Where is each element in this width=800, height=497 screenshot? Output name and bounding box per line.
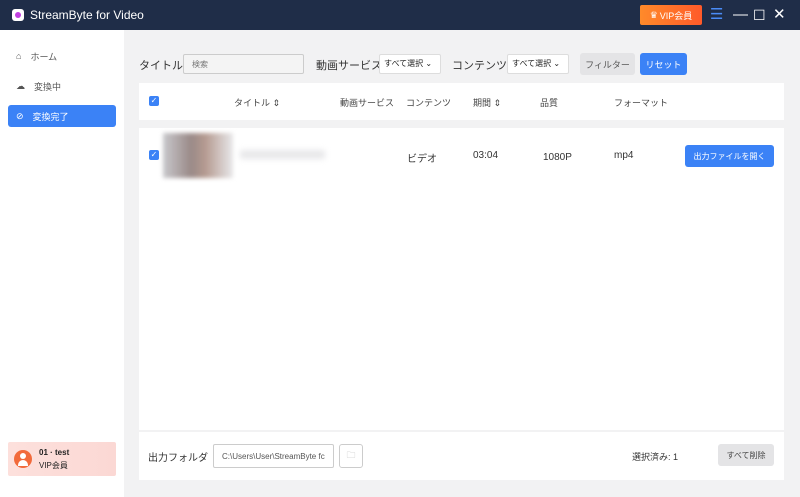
folder-icon[interactable]: 🗀 xyxy=(339,444,363,468)
chevron-down-icon: ⌄ xyxy=(425,59,433,68)
sidebar-item-label: 変換完了 xyxy=(32,111,69,122)
delete-all-button[interactable]: すべて削除 xyxy=(718,444,774,466)
home-icon: ⌂ xyxy=(16,51,22,61)
sidebar-item-completed[interactable]: ⊘ 変換完了 xyxy=(8,105,116,127)
column-duration[interactable]: 期間 ⇕ xyxy=(473,96,501,109)
app-title: StreamByte for Video xyxy=(30,8,144,22)
menu-icon[interactable]: ☰ xyxy=(710,6,723,24)
vip-label: VIP会員 xyxy=(659,10,693,21)
content-select-value: すべて選択 xyxy=(512,59,552,68)
row-checkbox[interactable]: ✓ xyxy=(149,150,159,160)
column-quality: 品質 xyxy=(540,98,559,108)
sidebar-item-home[interactable]: ⌂ ホーム xyxy=(8,45,116,67)
service-filter-label: 動画サービス xyxy=(316,60,382,72)
filter-button[interactable]: フィルター xyxy=(580,53,635,75)
reset-button[interactable]: リセット xyxy=(640,53,687,75)
user-card[interactable]: 01 · test VIP会員 xyxy=(8,442,116,476)
sort-icon: ⇕ xyxy=(272,98,281,108)
app-logo-icon xyxy=(12,9,24,21)
service-select[interactable]: すべて選択 ⌄ xyxy=(379,54,441,74)
row-format: mp4 xyxy=(614,150,634,161)
column-format: フォーマット xyxy=(614,98,669,108)
video-thumbnail xyxy=(163,133,233,178)
content-filter-label: コンテンツ xyxy=(452,60,507,72)
cloud-download-icon: ☁ xyxy=(16,80,25,91)
title-filter-label: タイトル xyxy=(139,60,183,72)
content-select[interactable]: すべて選択 ⌄ xyxy=(507,54,569,74)
avatar xyxy=(14,450,32,468)
open-output-file-button[interactable]: 出力ファイルを開く xyxy=(685,145,774,167)
select-all-checkbox[interactable]: ✓ xyxy=(149,96,159,106)
check-circle-icon: ⊘ xyxy=(16,110,24,121)
selected-count: 選択済み: 1 xyxy=(632,452,679,462)
minimize-icon[interactable]: — xyxy=(733,6,748,24)
column-content: コンテンツ xyxy=(406,98,452,108)
video-title-blurred xyxy=(240,150,325,159)
chevron-down-icon: ⌄ xyxy=(553,59,561,68)
column-title[interactable]: タイトル ⇕ xyxy=(234,96,280,109)
row-content: ビデオ xyxy=(407,154,437,165)
sidebar-item-label: 変換中 xyxy=(34,81,62,92)
title-bar: StreamByte for Video ♛ VIP会員 ☰ — ☐ ✕ xyxy=(0,0,800,30)
row-quality: 1080P xyxy=(543,152,572,163)
user-plan: VIP会員 xyxy=(39,460,68,470)
sidebar-item-label: ホーム xyxy=(30,51,58,62)
user-name: 01 · test xyxy=(39,447,70,457)
output-path-field[interactable] xyxy=(213,444,334,468)
service-select-value: すべて選択 xyxy=(384,59,424,68)
table-body xyxy=(139,128,784,430)
search-input[interactable] xyxy=(183,54,304,74)
sort-icon: ⇕ xyxy=(493,98,502,108)
close-icon[interactable]: ✕ xyxy=(773,6,786,24)
sidebar-item-converting[interactable]: ☁ 変換中 xyxy=(8,75,116,97)
output-folder-label: 出力フォルダ xyxy=(148,453,208,464)
crown-icon: ♛ xyxy=(649,9,658,20)
maximize-icon[interactable]: ☐ xyxy=(753,6,766,24)
sidebar: ⌂ ホーム ☁ 変換中 ⊘ 変換完了 xyxy=(0,30,124,497)
vip-button[interactable]: ♛ VIP会員 xyxy=(640,5,702,25)
column-service: 動画サービス xyxy=(340,98,395,108)
row-duration: 03:04 xyxy=(473,150,499,161)
